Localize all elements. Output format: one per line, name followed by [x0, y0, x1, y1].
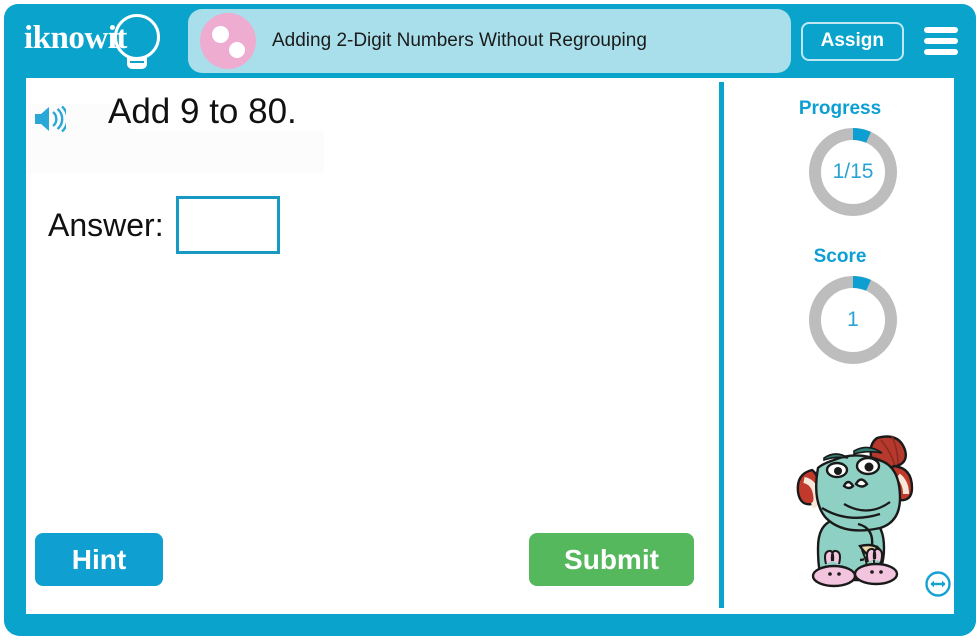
logo-text: iknowit	[24, 20, 127, 56]
score-label: Score	[813, 246, 867, 267]
answer-input[interactable]	[175, 196, 280, 254]
hamburger-menu-icon[interactable]	[924, 27, 958, 55]
answer-row: Answer:	[48, 196, 280, 254]
progress-label: Progress	[798, 98, 882, 119]
speaker-sound-icon[interactable]	[32, 104, 69, 134]
status-panel: Progress 1/15 Score 1	[726, 78, 954, 610]
teal-monster-mascot	[782, 424, 932, 592]
activity-content: Add 9 to 80. Answer: Hint Submit Progres…	[26, 78, 954, 610]
app-header: iknowit Adding 2-Digit Numbers Without R…	[4, 4, 976, 78]
decorative-panel-b	[26, 130, 324, 174]
progress-value: 1/15	[832, 160, 874, 183]
score-ring: 1	[805, 272, 901, 368]
hint-button[interactable]: Hint	[35, 533, 163, 586]
panel-divider	[719, 82, 724, 608]
activity-screen: iknowit Adding 2-Digit Numbers Without R…	[0, 0, 980, 640]
lesson-title-bar: Adding 2-Digit Numbers Without Regroupin…	[188, 9, 791, 73]
pink-circle-two-dots-icon	[200, 13, 256, 69]
resize-horizontal-icon[interactable]	[924, 570, 952, 598]
lightbulb-icon	[114, 14, 160, 60]
score-value: 1	[847, 308, 859, 331]
lightbulb-base-icon	[127, 57, 147, 69]
submit-button[interactable]: Submit	[529, 533, 694, 586]
page-title: Adding 2-Digit Numbers Without Regroupin…	[272, 30, 647, 51]
iknowit-logo[interactable]: iknowit	[18, 10, 178, 72]
question-text: Add 9 to 80.	[108, 92, 297, 131]
progress-ring: 1/15	[805, 124, 901, 220]
answer-label: Answer:	[48, 206, 164, 243]
assign-button[interactable]: Assign	[800, 21, 904, 61]
